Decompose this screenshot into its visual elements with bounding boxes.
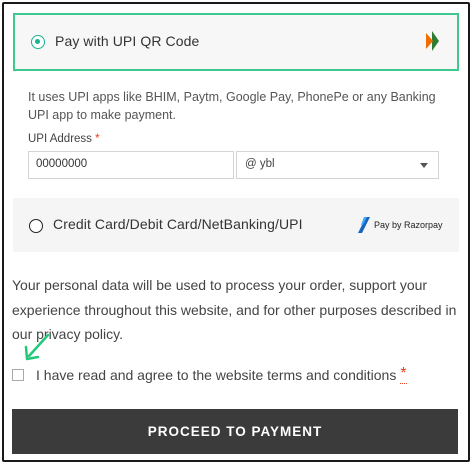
privacy-notice: Your personal data will be used to proce… bbox=[12, 277, 457, 342]
required-marker: * bbox=[95, 133, 100, 145]
card-radio[interactable] bbox=[29, 219, 43, 233]
razorpay-logo-icon bbox=[358, 217, 370, 233]
upi-handle-value: @ ybl bbox=[245, 158, 275, 170]
upi-handle-select[interactable]: @ ybl bbox=[236, 151, 439, 179]
terms-required-marker: * bbox=[400, 365, 407, 384]
upi-description: It uses UPI apps like BHIM, Paytm, Googl… bbox=[28, 90, 436, 122]
upi-address-label: UPI Address * bbox=[28, 133, 100, 145]
upi-qr-radio[interactable] bbox=[31, 35, 45, 49]
terms-row: I have read and agree to the website ter… bbox=[12, 365, 407, 384]
chevron-down-icon bbox=[420, 163, 428, 168]
upi-qr-title: Pay with UPI QR Code bbox=[55, 33, 200, 49]
razorpay-text: Pay by Razorpay bbox=[374, 220, 443, 230]
proceed-to-payment-button[interactable]: PROCEED TO PAYMENT bbox=[12, 409, 458, 454]
terms-label[interactable]: I have read and agree to the website ter… bbox=[36, 367, 396, 383]
bhim-logo-icon bbox=[426, 31, 439, 51]
upi-address-input[interactable]: 00000000 bbox=[28, 151, 234, 179]
payment-option-upi-qr[interactable]: Pay with UPI QR Code bbox=[13, 13, 459, 71]
razorpay-badge: Pay by Razorpay bbox=[358, 217, 443, 233]
card-option-title: Credit Card/Debit Card/NetBanking/UPI bbox=[53, 216, 303, 232]
payment-option-card[interactable]: Credit Card/Debit Card/NetBanking/UPI Pa… bbox=[13, 198, 459, 252]
annotation-arrow-icon bbox=[24, 333, 50, 361]
terms-checkbox[interactable] bbox=[12, 368, 24, 381]
